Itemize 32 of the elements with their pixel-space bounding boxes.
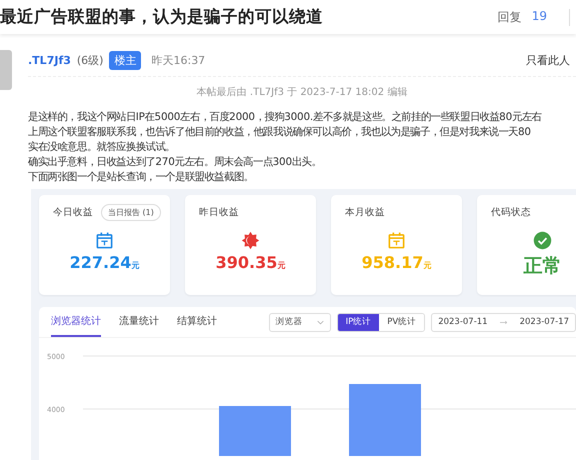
card-title: 代码状态 <box>491 206 531 218</box>
stats-tab[interactable]: 流量统计 <box>119 307 159 337</box>
post-time: 昨天16:37 <box>151 52 206 68</box>
topic-title: 最近广告联盟的事，认为是骗子的可以绕道 <box>0 6 323 28</box>
body-text: 确实出乎意料，日收益达到了270元左右。周末会高一点300出头。 <box>28 155 322 170</box>
only-author-link[interactable]: 只看此人 <box>526 52 570 68</box>
edit-note: 本帖最后由 .TL7Jf3 于 2023-7-17 18:02 编辑 <box>196 86 408 99</box>
caret-icon <box>316 320 324 324</box>
stats-tab[interactable]: 结算统计 <box>177 307 217 337</box>
card-title: 今日收益 <box>53 206 93 218</box>
body-text: 是这样的，我这个网站日IP在5000左右，百度2000，搜狗3000.差不多就是这些。之前挂的一些联盟日收益80元左右 <box>28 110 542 125</box>
stat-value: 390.35元 <box>216 253 286 272</box>
card-title: 昨日收益 <box>199 206 239 218</box>
metric-toggle[interactable]: IP统计 <box>338 314 380 330</box>
arrow-icon <box>500 320 508 324</box>
stat-value: 正常 <box>524 254 562 279</box>
stat-value: 227.24元 <box>70 253 140 272</box>
card-title: 本月收益 <box>345 206 385 218</box>
date-range-field[interactable]: 2023-07-11 2023-07-17 <box>431 312 576 332</box>
body-text: 实在没啥意思。就答应换换试试。 <box>28 140 176 155</box>
report-button[interactable]: 当日报告 (1) <box>101 204 161 220</box>
body-text: 下面两张图一个是站长查询，一个是联盟收益截图。 <box>28 170 254 185</box>
reply-count: 19 <box>532 8 547 24</box>
body-text: 上周这个联盟客服联系我，也告诉了他目前的收益，他跟我说确保可以高价，我也以为是骗子，但是对我来说一天80 <box>28 125 532 140</box>
author-link[interactable]: .TL7Jf3 <box>28 54 71 66</box>
avatar[interactable] <box>0 50 12 90</box>
owner-badge: 楼主 <box>109 50 142 70</box>
user-level: (6级) <box>76 52 104 68</box>
browser-select[interactable]: 浏览器 <box>268 312 331 332</box>
stat-value: 958.17元 <box>362 253 432 272</box>
reply-label: 回复 <box>498 8 522 26</box>
stats-tab[interactable]: 浏览器统计 <box>51 307 101 337</box>
